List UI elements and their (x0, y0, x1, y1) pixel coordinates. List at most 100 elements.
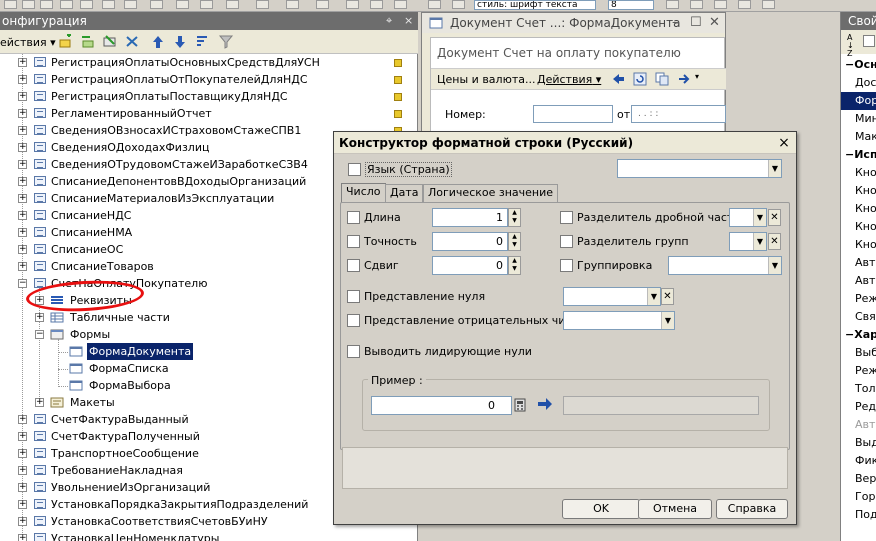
dropdown-arrow-icon[interactable]: ▼ (753, 209, 766, 226)
expand-icon[interactable]: + (18, 109, 27, 118)
property-row-selected[interactable]: Форм (841, 92, 876, 110)
delete-icon[interactable] (124, 34, 140, 49)
property-row[interactable]: Авто (841, 272, 876, 290)
toolbar-button[interactable] (346, 0, 359, 9)
minimize-icon[interactable]: – (672, 13, 679, 33)
pin-icon[interactable]: ⌖ (386, 12, 392, 30)
leading-zeros-checkbox[interactable] (347, 345, 360, 358)
toolbar-button[interactable] (762, 0, 775, 9)
example-input[interactable]: 0 (371, 396, 512, 415)
expand-icon[interactable]: + (18, 177, 27, 186)
toolbar-button[interactable] (428, 0, 441, 9)
size-combo[interactable]: 8 (608, 0, 654, 10)
dropdown-arrow-icon[interactable]: ▼ (753, 233, 766, 250)
toolbar-button[interactable] (40, 0, 53, 9)
toolbar-button[interactable] (4, 0, 17, 9)
arrow-left-icon[interactable] (611, 72, 625, 86)
toolbar-button[interactable] (80, 0, 93, 9)
property-group[interactable]: −Осно (841, 56, 876, 74)
property-row[interactable]: Реда (841, 398, 876, 416)
close-icon[interactable]: × (774, 132, 794, 154)
fraction-separator-select[interactable]: ▼ (729, 208, 767, 227)
property-row[interactable]: Кноп (841, 218, 876, 236)
tab-number[interactable]: Число (341, 183, 386, 203)
property-row[interactable]: Толь (841, 380, 876, 398)
expand-icon[interactable]: + (18, 483, 27, 492)
property-row[interactable]: Связ (841, 308, 876, 326)
length-checkbox[interactable] (347, 211, 360, 224)
ok-button[interactable]: OK (562, 499, 640, 519)
expand-icon[interactable]: + (18, 449, 27, 458)
sort-alphabetical-icon[interactable]: A↓Z (847, 34, 857, 58)
property-row[interactable]: Выб (841, 344, 876, 362)
toolbar-button[interactable] (714, 0, 727, 9)
expand-icon[interactable]: + (35, 313, 44, 322)
expand-icon[interactable]: + (18, 126, 27, 135)
dropdown-arrow-icon[interactable]: ▼ (768, 160, 781, 177)
property-row[interactable]: Выд (841, 434, 876, 452)
maximize-icon[interactable]: ☐ (690, 13, 702, 33)
refresh-icon[interactable] (633, 72, 647, 86)
property-row[interactable]: Реж (841, 290, 876, 308)
dropdown-arrow-icon[interactable]: ▾ (695, 72, 699, 81)
property-row[interactable]: Кноп (841, 236, 876, 254)
expand-icon[interactable]: + (18, 160, 27, 169)
expand-icon[interactable]: + (18, 517, 27, 526)
tree-item[interactable]: + РегистрацияОплатыПоставщикуДляНДС (0, 88, 418, 105)
null-representation-checkbox[interactable] (347, 290, 360, 303)
toolbar-button[interactable] (60, 0, 73, 9)
close-icon[interactable]: ✕ (709, 13, 720, 33)
add-child-icon[interactable] (80, 34, 96, 49)
property-row[interactable]: Реж (841, 362, 876, 380)
shift-spinner[interactable]: ▲ ▼ (508, 256, 521, 275)
length-input[interactable]: 1 (432, 208, 508, 227)
expand-icon[interactable]: + (18, 432, 27, 441)
group-separator-checkbox[interactable] (560, 235, 573, 248)
property-row[interactable]: Кноп (841, 182, 876, 200)
toolbar-button[interactable] (690, 0, 703, 9)
collapse-icon[interactable]: − (35, 330, 44, 339)
expand-icon[interactable]: + (18, 262, 27, 271)
expand-icon[interactable]: + (18, 211, 27, 220)
help-button[interactable]: Справка (716, 499, 788, 519)
sort-icon[interactable] (194, 34, 210, 49)
toolbar-button[interactable] (200, 0, 213, 9)
prices-currency-link[interactable]: Цены и валюта... (437, 73, 535, 86)
categories-icon[interactable] (863, 35, 875, 47)
expand-icon[interactable]: + (18, 466, 27, 475)
move-down-icon[interactable] (172, 34, 188, 49)
number-input[interactable] (533, 105, 613, 123)
collapse-icon[interactable]: − (18, 279, 27, 288)
toolbar-button[interactable] (226, 0, 239, 9)
filter-icon[interactable] (218, 34, 234, 49)
group-separator-select[interactable]: ▼ (729, 232, 767, 251)
calculator-icon[interactable] (514, 398, 526, 412)
toolbar-button[interactable] (452, 0, 465, 9)
date-input[interactable]: . . : : (631, 105, 726, 123)
font-color-button[interactable] (286, 0, 299, 9)
move-up-icon[interactable] (150, 34, 166, 49)
negative-representation-checkbox[interactable] (347, 314, 360, 327)
toolbar-button[interactable] (124, 0, 137, 9)
clear-icon[interactable]: ✕ (768, 209, 781, 226)
language-checkbox[interactable] (348, 163, 361, 176)
negative-representation-select[interactable]: ▼ (563, 311, 675, 330)
style-combo[interactable]: стиль: шрифт текста (474, 0, 596, 10)
expand-icon[interactable]: + (18, 143, 27, 152)
toolbar-button[interactable] (176, 0, 189, 9)
precision-spinner[interactable]: ▲ ▼ (508, 232, 521, 251)
toolbar-button[interactable] (738, 0, 751, 9)
property-row[interactable]: Дос (841, 74, 876, 92)
fill-color-button[interactable] (316, 0, 329, 9)
close-icon[interactable]: × (404, 12, 413, 30)
expand-icon[interactable]: + (35, 398, 44, 407)
dropdown-arrow-icon[interactable]: ▼ (647, 288, 660, 305)
fraction-separator-checkbox[interactable] (560, 211, 573, 224)
property-row[interactable]: Кноп (841, 200, 876, 218)
length-spinner[interactable]: ▲ ▼ (508, 208, 521, 227)
grouping-checkbox[interactable] (560, 259, 573, 272)
expand-icon[interactable]: + (18, 245, 27, 254)
toolbar-button[interactable] (256, 0, 269, 9)
actions-menu[interactable]: Действия ▾ (537, 73, 601, 86)
precision-input[interactable]: 0 (432, 232, 508, 251)
